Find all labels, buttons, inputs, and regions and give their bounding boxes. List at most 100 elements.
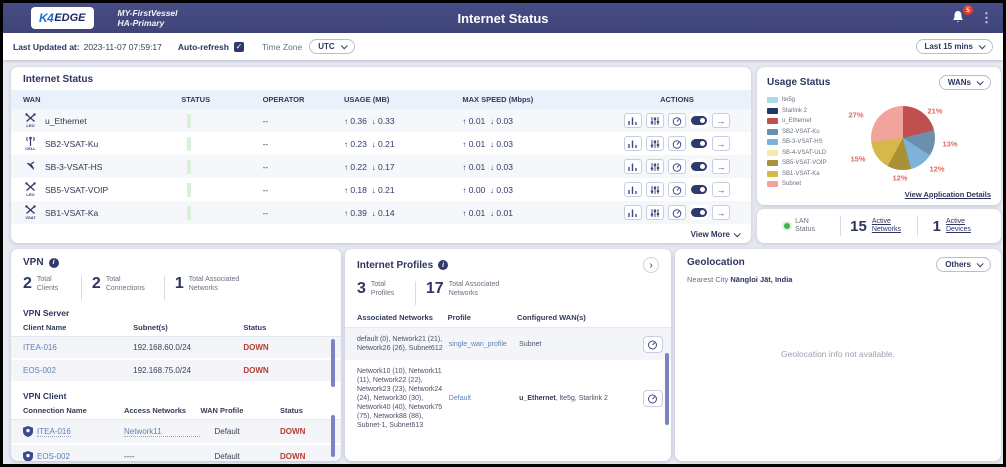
geolocation-panel: Geolocation Others Nearest City Nāngloi …: [675, 249, 1001, 461]
vpn-client-header: Connection Name Access Networks WAN Prof…: [11, 404, 341, 420]
vpn-server-row[interactable]: ITEA-016 192.168.60.0/24 DOWN: [11, 337, 341, 360]
k4edge-logo[interactable]: K4 EDGE: [31, 7, 94, 29]
usage-chart-button[interactable]: [624, 182, 642, 197]
pie-chart[interactable]: [871, 106, 935, 170]
legend-item: SB1-VSAT-Ka: [767, 171, 827, 177]
chevron-right-button[interactable]: ›: [643, 257, 659, 273]
vpn-client-row[interactable]: ITEA-016 Network11 Default DOWN: [11, 420, 341, 445]
wan-name: SB5-VSAT-VOIP: [45, 185, 108, 195]
chevron-down-icon: [977, 78, 984, 85]
view-more-button[interactable]: View More: [691, 230, 739, 239]
usage-chart-button[interactable]: [624, 159, 642, 174]
geolocation-filter-select[interactable]: Others: [936, 257, 991, 272]
speed-test-button[interactable]: [668, 136, 686, 151]
speed-test-button[interactable]: [668, 182, 686, 197]
vpn-total-networks-value: 1: [175, 276, 184, 292]
col-profile: Profile: [448, 313, 517, 322]
usage-chart-button[interactable]: [624, 136, 642, 151]
vpn-server-status: DOWN: [243, 343, 329, 352]
wan-details-arrow-button[interactable]: →: [712, 159, 730, 174]
legend-label: SB-4-VSAT-ULD: [782, 150, 826, 156]
legend-swatch: [767, 108, 778, 114]
active-networks-link[interactable]: Active Networks: [872, 218, 908, 234]
profile-row[interactable]: Network10 (10), Network11 (11), Network2…: [345, 360, 671, 437]
wan-row: CELLSB2-VSAT-Ku--↑ 0.23 ↓ 0.21↑ 0.01 ↓ 0…: [11, 132, 751, 155]
vpn-server-scrollbar[interactable]: [331, 339, 335, 387]
vpn-client-access-network[interactable]: Network11: [124, 427, 201, 437]
wan-enable-toggle[interactable]: [690, 113, 708, 128]
settings-sliders-button[interactable]: [646, 159, 664, 174]
geolocation-title: Geolocation: [687, 257, 745, 268]
legend-swatch: [767, 150, 778, 156]
notification-badge: 5: [963, 5, 973, 15]
settings-sliders-button[interactable]: [646, 136, 664, 151]
profiles-scrollbar[interactable]: [665, 353, 669, 425]
vpn-client-connection-link[interactable]: ITEA-016: [37, 427, 71, 437]
wan-name: u_Ethernet: [45, 116, 87, 126]
vpn-server-row[interactable]: EOS-002 192.168.75.0/24 DOWN: [11, 360, 341, 383]
wan-enable-toggle[interactable]: [690, 205, 708, 220]
chevron-down-icon: [734, 230, 741, 237]
speed-test-button[interactable]: [668, 113, 686, 128]
legend-label: SB2-VSAT-Ku: [782, 129, 820, 135]
usage-filter-select[interactable]: WANs: [939, 75, 991, 90]
time-range-value: Last 15 mins: [925, 42, 973, 51]
speed-test-button[interactable]: [643, 390, 663, 407]
info-icon[interactable]: i: [49, 258, 59, 268]
time-range-select[interactable]: Last 15 mins: [916, 39, 993, 54]
notifications-button[interactable]: 5: [950, 9, 968, 27]
vpn-client-status: DOWN: [280, 452, 329, 461]
vessel-name: MY-FirstVessel HA-Primary: [118, 8, 178, 28]
vpn-client-wan-profile: Default: [200, 452, 280, 461]
active-devices-link[interactable]: Active Devices: [946, 218, 978, 234]
legend-item: Subnet: [767, 181, 827, 187]
settings-sliders-button[interactable]: [646, 205, 664, 220]
legend-label: lte5g: [782, 97, 795, 103]
app-window: K4 EDGE MY-FirstVessel HA-Primary Intern…: [0, 0, 1006, 467]
wan-details-arrow-button[interactable]: →: [712, 182, 730, 197]
internet-status-table-header: WAN STATUS OPERATOR USAGE (MB) MAX SPEED…: [11, 90, 751, 109]
vpn-server-client-link[interactable]: EOS-002: [23, 366, 133, 375]
wan-type-icon: LEO: [23, 182, 38, 197]
vpn-server-client-link[interactable]: ITEA-016: [23, 343, 133, 352]
wan-enable-toggle[interactable]: [690, 159, 708, 174]
wan-details-arrow-button[interactable]: →: [712, 205, 730, 220]
col-wan-profile: WAN Profile: [200, 406, 280, 415]
usage-chart-button[interactable]: [624, 113, 642, 128]
info-icon[interactable]: i: [438, 260, 448, 270]
active-networks-count: 15: [850, 218, 867, 235]
wan-details-arrow-button[interactable]: →: [712, 113, 730, 128]
legend-label: Subnet: [782, 181, 801, 187]
nearest-city-label: Nearest City: [687, 275, 728, 284]
profile-wan-rest: Subnet: [519, 341, 541, 348]
auto-refresh-checkbox[interactable]: ✓: [234, 42, 244, 52]
legend-item: u_Ethernet: [767, 118, 827, 124]
usage-chart-button[interactable]: [624, 205, 642, 220]
shield-icon: [23, 451, 33, 461]
pie-label: 12%: [929, 165, 944, 174]
speed-test-button[interactable]: [668, 205, 686, 220]
time-zone-label: Time Zone: [262, 42, 302, 52]
settings-sliders-button[interactable]: [646, 113, 664, 128]
speed-test-button[interactable]: [643, 336, 663, 353]
auto-refresh-label: Auto-refresh: [178, 42, 229, 52]
profile-name-link[interactable]: single_wan_profile: [449, 341, 519, 348]
profile-row[interactable]: default (0), Network21 (21), Network26 (…: [345, 328, 671, 360]
time-zone-select[interactable]: UTC: [309, 39, 354, 54]
settings-sliders-button[interactable]: [646, 182, 664, 197]
vpn-total-networks-label: Total Associated Networks: [189, 276, 247, 293]
kebab-menu-icon[interactable]: ⋮: [980, 13, 993, 23]
active-networks: 15 Active Networks: [841, 218, 916, 235]
profile-name-link[interactable]: Default: [449, 395, 519, 402]
wan-enable-toggle[interactable]: [690, 182, 708, 197]
vpn-client-connection-link[interactable]: EOS-002: [37, 452, 70, 462]
wan-details-arrow-button[interactable]: →: [712, 136, 730, 151]
vpn-client-scrollbar[interactable]: [331, 415, 335, 457]
view-application-details-link[interactable]: View Application Details: [905, 190, 991, 199]
vpn-client-row[interactable]: EOS-002 ---- Default DOWN: [11, 445, 341, 461]
wan-row: LEOu_Ethernet--↑ 0.36 ↓ 0.33↑ 0.01 ↓ 0.0…: [11, 109, 751, 132]
pie-label: 12%: [892, 174, 907, 183]
wan-enable-toggle[interactable]: [690, 136, 708, 151]
speed-test-button[interactable]: [668, 159, 686, 174]
wan-row: SB-3-VSAT-HS--↑ 0.22 ↓ 0.17↑ 0.01 ↓ 0.03…: [11, 155, 751, 178]
